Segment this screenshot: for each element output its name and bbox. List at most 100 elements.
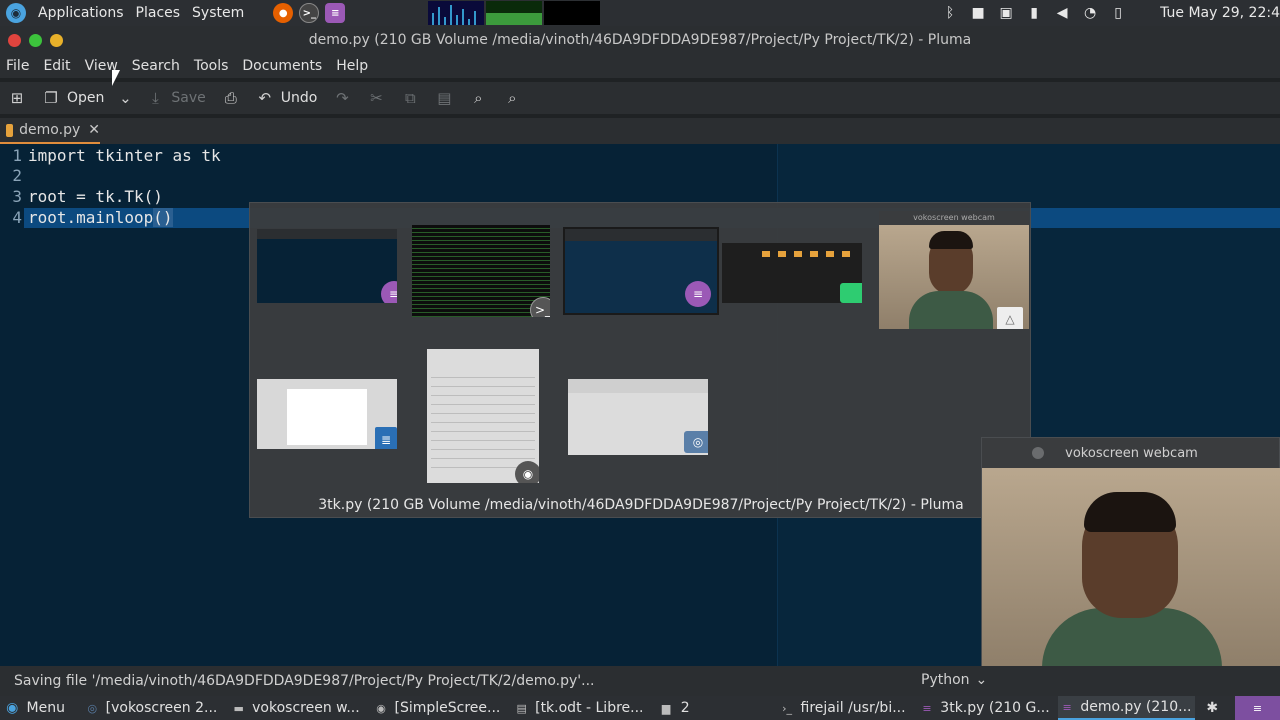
paste-button[interactable]: ▤: [427, 83, 461, 113]
network-icon[interactable]: ◔: [1080, 4, 1100, 22]
menu-help[interactable]: Help: [329, 54, 375, 78]
print-button[interactable]: ⎙: [214, 83, 248, 113]
taskbar-label: [vokoscreen 2...: [105, 700, 218, 716]
microphone-icon[interactable]: ▮: [1024, 4, 1044, 22]
redo-button[interactable]: ↷: [325, 83, 359, 113]
battery-icon[interactable]: ▯: [1108, 4, 1128, 22]
window-titlebar[interactable]: demo.py (210 GB Volume /media/vinoth/46D…: [0, 26, 1280, 54]
cpu-graph: [428, 1, 485, 25]
menubar: File Edit View Search Tools Documents He…: [0, 54, 1280, 78]
close-icon[interactable]: ✕: [88, 122, 100, 138]
text-editor-icon: ≡: [685, 281, 711, 307]
terminal-icon: ›_: [782, 701, 793, 715]
code-line[interactable]: root = tk.Tk(): [28, 187, 163, 207]
taskbar-item[interactable]: ▬ vokoscreen w...: [229, 696, 363, 720]
taskbar-item-active[interactable]: ≡ demo.py (210...: [1057, 696, 1196, 720]
save-icon: ⤓: [152, 89, 159, 107]
menu-search[interactable]: Search: [125, 54, 187, 78]
bluetooth-icon[interactable]: ᛒ: [940, 4, 960, 22]
open-button[interactable]: ❐ Open: [34, 83, 112, 113]
taskbar-item[interactable]: ◎ [vokoscreen 2...: [83, 696, 221, 720]
taskbar-group[interactable]: ▆ 2: [656, 696, 694, 720]
menu-tools[interactable]: Tools: [187, 54, 236, 78]
taskbar-item[interactable]: ›_ firejail /usr/bi...: [778, 696, 910, 720]
memory-graph: [486, 1, 543, 25]
taskbar-item[interactable]: ≡: [1234, 696, 1280, 720]
clock[interactable]: Tue May 29, 22:4: [1160, 5, 1280, 21]
language-selector[interactable]: Python ⌄: [921, 672, 987, 688]
copy-button[interactable]: ⧉: [393, 83, 427, 113]
system-monitor[interactable]: [428, 1, 602, 25]
taskbar-label: vokoscreen w...: [252, 700, 360, 716]
cut-button[interactable]: ✂: [359, 83, 393, 113]
statusbar: Saving file '/media/vinoth/46DA9DFDDA9DE…: [0, 666, 1280, 696]
undo-label: Undo: [280, 90, 318, 106]
window-icon: ▬: [233, 701, 244, 715]
open-recent-dropdown[interactable]: ⌄: [112, 83, 138, 113]
new-document-button[interactable]: ⊞: [0, 83, 34, 113]
taskbar-item[interactable]: ▤ [tk.odt - Libre...: [512, 696, 647, 720]
screen-recorder-icon: ◎: [87, 701, 98, 715]
search-icon: ⌕: [474, 89, 483, 107]
window-thumbnail[interactable]: ≡: [257, 229, 397, 303]
taskbar-item[interactable]: ≡ 3tk.py (210 G...: [918, 696, 1054, 720]
new-document-icon: ⊞: [10, 89, 24, 107]
top-panel: ◉ Applications Places System ● >_ ≡ ᛒ ■ …: [0, 0, 1280, 26]
window-thumbnail-selected[interactable]: ≡: [563, 227, 719, 315]
chevron-down-icon: ⌄: [975, 672, 988, 688]
close-window-button[interactable]: [8, 33, 21, 47]
menu-edit[interactable]: Edit: [36, 54, 77, 78]
window-thumbnail[interactable]: [722, 243, 862, 303]
webcam-video: [982, 468, 1280, 667]
code-line[interactable]: import tkinter as tk: [28, 146, 221, 166]
menu-system[interactable]: System: [186, 0, 250, 26]
webcam-window[interactable]: vokoscreen webcam: [981, 437, 1280, 667]
minimize-window-button[interactable]: [50, 33, 63, 47]
tab-label: demo.py: [19, 122, 81, 138]
toolbar: ⊞ ❐ Open ⌄ ⤓ Save ⎙ ↶ Undo ↷ ✂ ⧉ ▤ ⌕ ⌕: [0, 82, 1280, 114]
mate-logo-icon[interactable]: ◉: [6, 3, 26, 23]
maximize-window-button[interactable]: [29, 33, 42, 47]
switcher-caption: 3tk.py (210 GB Volume /media/vinoth/46DA…: [318, 497, 964, 513]
menu-file[interactable]: File: [0, 54, 36, 78]
system-tray: ᛒ ■ ▣ ▮ ◀ ◔ ▯ Tue May 29, 22:4: [936, 0, 1280, 26]
save-button[interactable]: ⤓ Save: [138, 83, 213, 113]
camera-icon[interactable]: ■: [968, 4, 988, 22]
taskbar-item[interactable]: ✱: [1201, 696, 1230, 720]
terminal-icon: >_: [530, 297, 550, 317]
window-thumbnail[interactable]: ≣: [257, 379, 397, 449]
taskbar-item[interactable]: ◉ [SimpleScree...: [372, 696, 505, 720]
folder-icon: ▆: [661, 701, 671, 715]
line-number-gutter: 1 2 3 4: [0, 144, 24, 666]
find-replace-button[interactable]: ⌕: [495, 83, 529, 113]
window-switcher[interactable]: ≡ >_ ≡ vokoscreen webcam △ ≣ ◉ ◎ 3tk.py …: [249, 202, 1031, 518]
language-label: Python: [921, 672, 970, 688]
firefox-icon[interactable]: ●: [273, 3, 294, 23]
terminal-icon[interactable]: >_: [299, 3, 320, 23]
menu-label: Menu: [26, 700, 65, 716]
find-button[interactable]: ⌕: [461, 83, 495, 113]
mate-logo-icon: ◉: [6, 700, 19, 716]
text-editor-icon[interactable]: ≡: [325, 3, 346, 23]
code-line[interactable]: root.mainloop(): [28, 208, 173, 228]
menu-applications[interactable]: Applications: [32, 0, 130, 26]
python-file-icon: [6, 123, 14, 137]
window-thumbnail[interactable]: vokoscreen webcam △: [879, 211, 1029, 329]
menu-places[interactable]: Places: [130, 0, 187, 26]
bottom-panel: ◉ Menu ◎ [vokoscreen 2... ▬ vokoscreen w…: [0, 696, 1280, 720]
main-menu-button[interactable]: ◉ Menu: [0, 696, 69, 720]
window-thumbnail[interactable]: ◉: [427, 349, 539, 483]
menu-documents[interactable]: Documents: [235, 54, 329, 78]
webcam-app-icon: △: [997, 307, 1023, 329]
taskbar-label: 2: [680, 700, 690, 716]
print-icon: ⎙: [224, 89, 237, 107]
undo-button[interactable]: ↶ Undo: [248, 83, 326, 113]
tab-demo-py[interactable]: demo.py ✕: [0, 118, 100, 144]
volume-icon[interactable]: ◀: [1052, 4, 1072, 22]
window-thumbnail[interactable]: ◎: [568, 379, 708, 455]
text-editor-icon: ≡: [381, 281, 397, 303]
document-icon: ▤: [516, 701, 527, 715]
webcam-title: vokoscreen webcam: [1065, 445, 1198, 461]
window-thumbnail[interactable]: >_: [412, 225, 550, 317]
clipboard-icon[interactable]: ▣: [996, 4, 1016, 22]
